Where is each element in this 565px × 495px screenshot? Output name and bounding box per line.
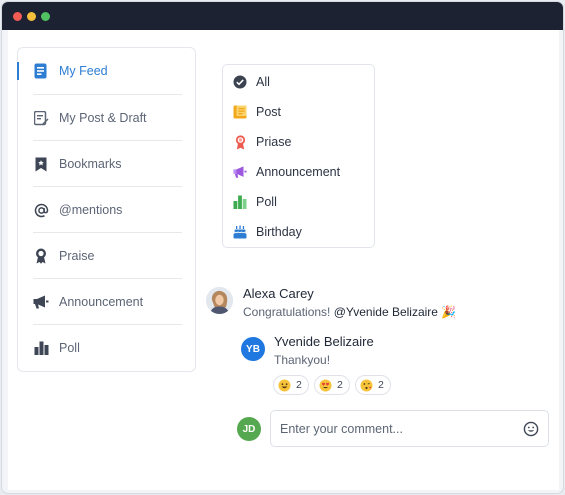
minimize-window-button[interactable] [27,12,36,21]
sidebar-item-praise[interactable]: Praise [18,233,195,279]
avatar[interactable] [206,287,233,314]
heart-eyes-face-icon [319,379,332,391]
sidebar-item-announcement[interactable]: Announcement [18,279,195,325]
megaphone-icon [33,294,49,310]
filter-item-label: Announcement [256,165,341,179]
avatar[interactable]: JD [237,417,261,441]
sidebar-item-bookmarks[interactable]: Bookmarks [18,141,195,187]
sidebar-item-label: Announcement [59,295,144,309]
sidebar-item-label: My Post & Draft [59,111,147,125]
title-bar [2,2,563,30]
sidebar-nav: My Feed My Post & Draft Bookmarks @menti… [17,47,196,372]
award-icon [233,134,247,149]
reaction-count: 2 [296,379,302,391]
poll-icon [233,195,247,209]
app-window: My Feed My Post & Draft Bookmarks @menti… [1,1,564,494]
sidebar-item-mentions[interactable]: @mentions [18,187,195,233]
sidebar-item-my-feed[interactable]: My Feed [17,48,195,94]
party-emoji: 🎉 [441,305,457,319]
edit-doc-icon [33,110,49,126]
post-type-filter-menu: All Post Priase Announcement Poll Birthd… [222,64,375,248]
sidebar-item-label: My Feed [59,64,108,78]
check-circle-icon [233,75,247,89]
smiley-icon[interactable] [523,421,539,437]
feed-icon [33,63,49,79]
filter-item-praise[interactable]: Priase [223,127,374,157]
comment-author[interactable]: Alexa Carey [243,286,314,301]
sidebar-item-label: @mentions [59,203,123,217]
filter-item-announcement[interactable]: Announcement [223,157,374,187]
avatar[interactable]: YB [241,337,265,361]
comment-composer[interactable] [270,410,549,447]
mention-link[interactable]: @Yvenide Belizaire [334,305,438,319]
grinning-face-icon [278,379,291,391]
at-icon [33,202,49,218]
sidebar-item-label: Praise [59,249,95,263]
filter-item-label: Priase [256,135,292,149]
filter-item-all[interactable]: All [223,67,374,97]
reply-author[interactable]: Yvenide Belizaire [274,334,374,349]
reaction-grinning[interactable]: 2 [273,375,309,395]
award-icon [33,248,49,264]
reaction-heart-eyes[interactable]: 2 [314,375,350,395]
cake-icon [233,225,247,239]
maximize-window-button[interactable] [41,12,50,21]
comment-input[interactable] [280,420,510,438]
kissing-face-icon [360,379,373,391]
filter-item-label: Post [256,105,282,119]
reply-text: Thankyou! [274,353,331,367]
megaphone-icon [233,165,247,179]
sidebar-item-label: Poll [59,341,80,355]
filter-item-birthday[interactable]: Birthday [223,217,374,247]
main-content: My Feed My Post & Draft Bookmarks @menti… [8,30,559,490]
reaction-count: 2 [337,379,343,391]
sidebar-item-my-post-draft[interactable]: My Post & Draft [18,95,195,141]
filter-item-poll[interactable]: Poll [223,187,374,217]
bookmark-icon [33,156,49,172]
comment-body: Congratulations! [243,305,331,319]
poll-icon [33,340,49,356]
reaction-count: 2 [378,379,384,391]
filter-item-label: Birthday [256,225,302,239]
reaction-kissing[interactable]: 2 [355,375,391,395]
post-icon [233,105,247,119]
filter-item-post[interactable]: Post [223,97,374,127]
sidebar-item-label: Bookmarks [59,157,122,171]
filter-item-label: Poll [256,195,277,209]
sidebar-item-poll[interactable]: Poll [18,325,195,371]
filter-item-label: All [256,75,270,89]
close-window-button[interactable] [13,12,22,21]
comment-text: Congratulations! @Yvenide Belizaire 🎉 [243,305,456,319]
